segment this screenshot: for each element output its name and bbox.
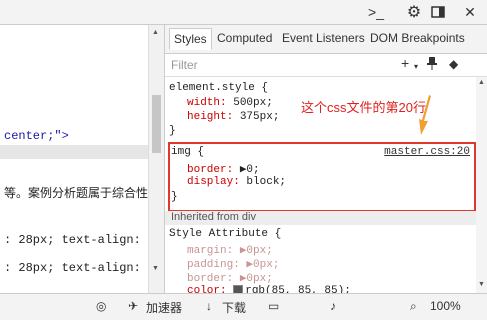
- filter-input[interactable]: Filter: [171, 58, 198, 72]
- left-scrollbar[interactable]: ▲ ▼: [148, 25, 164, 293]
- dock-icon[interactable]: [428, 2, 448, 22]
- sidebar-tabs: Styles Computed Event Listeners DOM Brea…: [165, 25, 487, 54]
- dropdown-icon[interactable]: ▾: [414, 62, 418, 71]
- scroll-thumb[interactable]: [152, 95, 161, 153]
- rule-close-brace: }: [169, 125, 176, 137]
- source-line[interactable]: center;">: [4, 129, 69, 143]
- zoom-level[interactable]: 100%: [430, 299, 461, 313]
- inherited-header: Inherited from div: [165, 211, 487, 225]
- filter-row: Filter + ▾ ◆: [165, 54, 487, 77]
- elements-source-panel: center;"> 等。案例分析题属于综合性 : 28px; text-alig…: [0, 25, 148, 293]
- scroll-up-icon[interactable]: ▲: [152, 29, 159, 36]
- accelerator-icon[interactable]: ✈: [128, 299, 138, 313]
- accelerator-label[interactable]: 加速器: [146, 299, 182, 316]
- add-rule-icon[interactable]: +: [401, 55, 409, 71]
- source-line[interactable]: 等。案例分析题属于综合性: [4, 184, 148, 201]
- rule-close-brace: }: [171, 191, 178, 203]
- sound-icon[interactable]: ♪: [330, 299, 336, 313]
- annotation-arrow-icon: [419, 95, 431, 135]
- gear-icon[interactable]: ⚙: [404, 2, 424, 22]
- css-property[interactable]: border: ▶0;: [187, 162, 260, 176]
- css-property[interactable]: padding: ▶0px;: [187, 257, 279, 271]
- browser-status-bar: ◎ ✈ 加速器 ↓ 下载 ▭ ♪ ⌕ 100%: [0, 293, 487, 320]
- css-property[interactable]: width: 500px;: [187, 97, 273, 109]
- scroll-up-icon[interactable]: ▲: [478, 79, 485, 86]
- stylesheet-source-link[interactable]: master.css:20: [384, 146, 470, 158]
- style-attribute-selector[interactable]: Style Attribute {: [169, 228, 281, 240]
- source-line[interactable]: : 28px; text-align:: [4, 233, 141, 247]
- css-property[interactable]: margin: ▶0px;: [187, 243, 273, 257]
- download-icon[interactable]: ↓: [206, 299, 212, 313]
- zoom-icon[interactable]: ⌕: [410, 299, 417, 314]
- close-icon[interactable]: ✕: [460, 2, 480, 22]
- tab-event-listeners[interactable]: Event Listeners: [282, 31, 365, 45]
- toggle-element-state-icon[interactable]: ◆: [449, 57, 458, 71]
- css-property[interactable]: border: ▶0px;: [187, 271, 273, 285]
- tab-dom-breakpoints[interactable]: DOM Breakpoints: [370, 31, 465, 45]
- devtools-toolbar: >_ ⚙ ✕: [0, 0, 487, 25]
- selected-line-highlight: [0, 145, 148, 159]
- page-icon[interactable]: ▭: [268, 299, 279, 313]
- css-property[interactable]: display: block;: [187, 176, 286, 188]
- styles-panel: Styles Computed Event Listeners DOM Brea…: [164, 25, 487, 297]
- scroll-down-icon[interactable]: ▼: [152, 265, 159, 272]
- terminal-icon[interactable]: >_: [366, 2, 386, 22]
- source-line[interactable]: : 28px; text-align:: [4, 261, 141, 275]
- download-label[interactable]: 下载: [222, 299, 246, 316]
- element-style-selector[interactable]: element.style {: [169, 82, 268, 94]
- tab-styles[interactable]: Styles: [169, 28, 212, 50]
- scroll-down-icon[interactable]: ▼: [478, 281, 485, 288]
- pin-icon[interactable]: [427, 57, 437, 73]
- annotation-text: 这个css文件的第20行: [301, 100, 426, 115]
- styles-scrollbar[interactable]: ▲ ▼: [476, 77, 487, 293]
- tab-computed[interactable]: Computed: [217, 31, 272, 45]
- circle-icon[interactable]: ◎: [96, 299, 106, 313]
- img-rule-selector[interactable]: img {: [171, 146, 204, 158]
- css-property[interactable]: height: 375px;: [187, 111, 279, 123]
